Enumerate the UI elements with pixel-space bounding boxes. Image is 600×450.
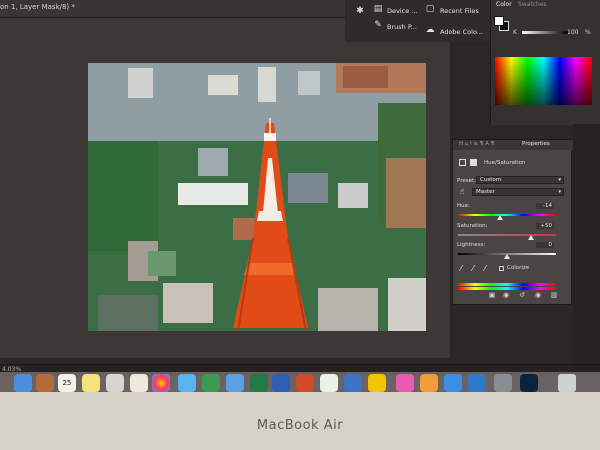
excel-icon[interactable] <box>250 374 268 392</box>
tokyo-tower-photo[interactable] <box>88 63 426 331</box>
lightness-value[interactable]: 0 <box>536 242 554 248</box>
word-icon[interactable] <box>272 374 290 392</box>
mail-icon[interactable] <box>226 374 244 392</box>
hue-label: Hue: <box>457 203 470 209</box>
view-previous-icon[interactable]: ◉ <box>502 291 510 299</box>
lightness-slider-thumb[interactable] <box>504 254 510 259</box>
foreground-color-swatch[interactable] <box>494 16 504 26</box>
app-store-icon[interactable] <box>444 374 462 392</box>
keynote-icon[interactable] <box>344 374 362 392</box>
hue-slider-thumb[interactable] <box>497 215 503 220</box>
adjustment-title: Hue/Saturation <box>484 160 526 166</box>
preset-label: Preset: <box>457 178 477 184</box>
k-channel-slider[interactable] <box>522 31 568 34</box>
launchpad-icon[interactable] <box>36 374 54 392</box>
properties-panel-tabs: H ⌂ I ≡ ¶ A ¶ Properties <box>453 140 573 150</box>
document-tab-bar: on 1, Layer Mask/8) * <box>0 0 345 18</box>
chevron-down-icon: ▾ <box>558 189 561 195</box>
eyedropper-subtract-icon[interactable]: ⁄ <box>480 264 490 274</box>
aerial-city-image <box>88 63 426 331</box>
photoshop-icon[interactable] <box>520 374 538 392</box>
preset-dropdown[interactable]: Custom ▾ <box>476 176 564 184</box>
channel-dropdown[interactable]: Master ▾ <box>472 188 564 196</box>
recent-files-icon[interactable]: ▢ <box>425 4 435 14</box>
facetime-icon[interactable] <box>202 374 220 392</box>
tasks-icon[interactable] <box>368 374 386 392</box>
visibility-eye-icon[interactable]: ◉ <box>534 291 542 299</box>
properties-footer: ▣ ◉ ↺ ◉ ▥ <box>454 291 570 301</box>
k-channel-unit: % <box>585 29 591 36</box>
photos-app-icon[interactable] <box>152 374 170 392</box>
numbers-icon[interactable] <box>320 374 338 392</box>
saturation-slider-thumb[interactable] <box>528 235 534 240</box>
preview-icon[interactable] <box>106 374 124 392</box>
brush-presets-label[interactable]: Brush P... <box>387 23 417 31</box>
k-channel-label: K <box>513 29 517 36</box>
output-color-bar <box>458 287 556 290</box>
powerpoint-icon[interactable] <box>296 374 314 392</box>
ibooks-icon[interactable] <box>420 374 438 392</box>
colorize-label: Colorize <box>507 265 530 271</box>
photos-icon[interactable] <box>130 374 148 392</box>
collapsed-tab-icons[interactable]: H ⌂ I ≡ ¶ A ¶ <box>459 141 494 147</box>
preset-value: Custom <box>480 177 502 183</box>
saturation-value[interactable]: +50 <box>536 223 554 229</box>
adobe-color-icon[interactable]: ☁ <box>425 25 435 35</box>
k-channel-value[interactable]: 100 <box>567 29 578 36</box>
system-preferences-icon[interactable] <box>494 374 512 392</box>
color-panel-tabs: Color Swatches <box>491 0 600 10</box>
lightness-label: Lightness: <box>457 242 486 248</box>
right-panel-column <box>573 124 600 364</box>
hue-value[interactable]: -14 <box>536 203 554 209</box>
colorize-checkbox[interactable] <box>499 266 504 271</box>
delete-trash-icon[interactable]: ▥ <box>550 291 558 299</box>
eyedropper-add-icon[interactable]: ⁄ <box>468 264 478 274</box>
document-tab[interactable]: on 1, Layer Mask/8) * <box>0 3 75 11</box>
calendar-icon[interactable]: 25 <box>58 374 76 392</box>
brush-icon[interactable]: ✎ <box>373 20 383 30</box>
recent-files-label[interactable]: Recent Files <box>440 7 479 15</box>
finder-icon[interactable] <box>14 374 32 392</box>
channel-value: Master <box>476 189 495 195</box>
input-color-bar <box>458 283 556 286</box>
layer-mask-icon[interactable] <box>470 159 477 166</box>
device-preview-icon[interactable]: ✱ <box>355 6 365 16</box>
adobe-color-label[interactable]: Adobe Colo... <box>440 28 483 36</box>
laptop-model-label: MacBook Air <box>256 418 344 433</box>
onedrive-icon[interactable] <box>468 374 486 392</box>
itunes-icon[interactable] <box>396 374 414 392</box>
color-spectrum[interactable] <box>495 57 592 105</box>
target-adjustment-hand-icon[interactable]: ☝ <box>457 187 467 197</box>
tab-swatches[interactable]: Swatches <box>518 1 547 8</box>
eyedropper-icon[interactable]: ⁄ <box>456 264 466 274</box>
device-icon[interactable]: ▤ <box>373 4 383 14</box>
collapsed-panels-top: ✱ ▤ Device ... ✎ Brush P... ▢ Recent Fil… <box>345 0 490 42</box>
chevron-down-icon: ▾ <box>558 177 561 183</box>
saturation-label: Saturation: <box>457 223 488 229</box>
tab-color[interactable]: Color <box>496 1 512 8</box>
tab-properties[interactable]: Properties <box>522 141 550 147</box>
clip-to-layer-icon[interactable]: ▣ <box>488 291 496 299</box>
notes-icon[interactable] <box>82 374 100 392</box>
device-label[interactable]: Device ... <box>387 7 418 15</box>
trash-icon[interactable] <box>558 374 576 392</box>
saturation-slider-track[interactable] <box>458 234 556 236</box>
hue-slider-track[interactable] <box>458 214 556 216</box>
photoshop-screen: on 1, Layer Mask/8) * ✱ ▤ Device ... ✎ B… <box>0 0 600 392</box>
messages-icon[interactable] <box>178 374 196 392</box>
adjustment-layer-icon <box>459 159 466 166</box>
reset-icon[interactable]: ↺ <box>518 291 526 299</box>
